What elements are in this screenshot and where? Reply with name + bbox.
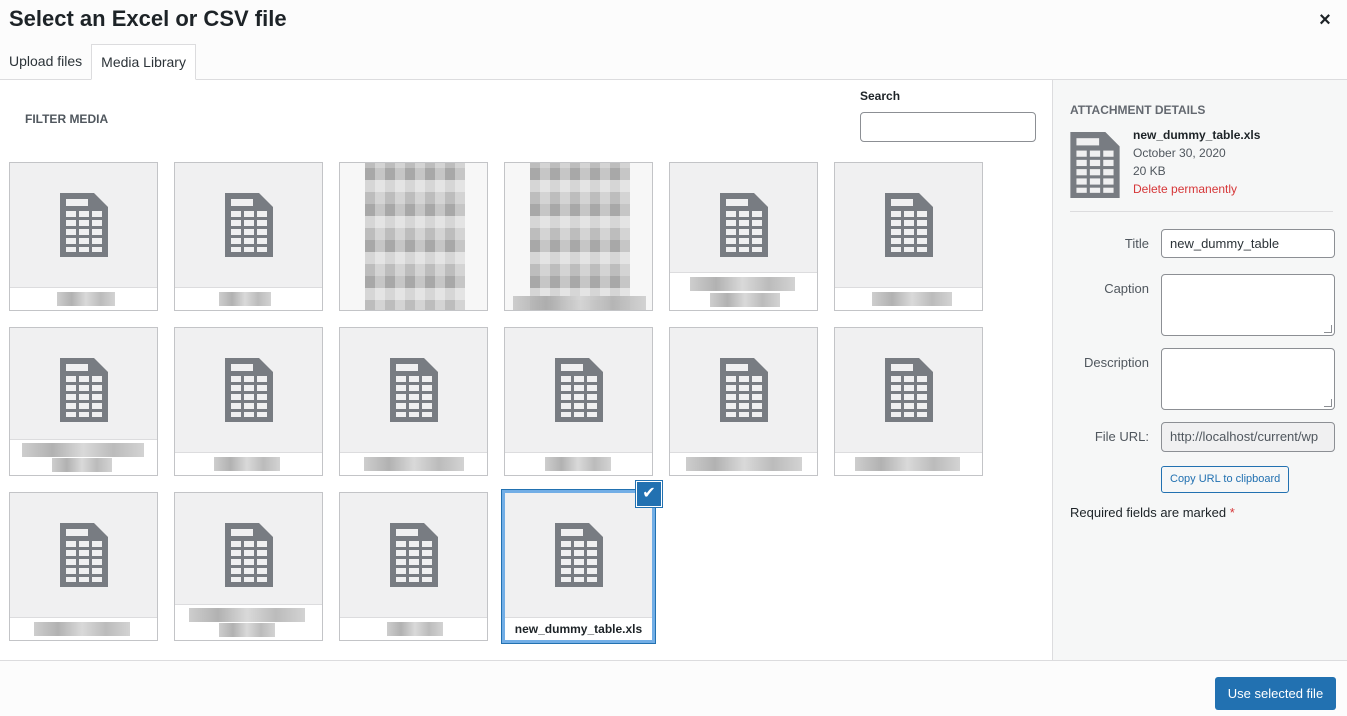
attachment-tile[interactable] [504, 327, 653, 476]
attachment-tile[interactable] [339, 162, 488, 311]
spreadsheet-document-icon [60, 523, 108, 587]
attachment-tile[interactable] [669, 162, 818, 311]
attachment-filename [10, 287, 157, 310]
attachment-filename [340, 617, 487, 640]
use-selected-file-button[interactable]: Use selected file [1215, 677, 1336, 710]
search-input[interactable] [860, 112, 1036, 142]
attachment-tile[interactable] [9, 492, 158, 641]
attachment-filename [175, 452, 322, 475]
spreadsheet-document-icon [390, 523, 438, 587]
attachment-details-sidebar: ATTACHMENT DETAILS new_dummy_table.xls O… [1052, 80, 1347, 660]
tab-upload-files[interactable]: Upload files [0, 44, 91, 80]
attachment-thumbnail [530, 163, 630, 310]
attachment-filename [835, 452, 982, 475]
tab-media-library[interactable]: Media Library [91, 44, 196, 80]
attachment-filename [835, 287, 982, 310]
attachment-filename [670, 452, 817, 475]
spreadsheet-document-icon [885, 358, 933, 422]
file-url-field[interactable]: http://localhost/current/wp [1161, 422, 1335, 452]
spreadsheet-document-icon [555, 358, 603, 422]
attachment-tile[interactable] [339, 327, 488, 476]
attachment-tile[interactable] [504, 162, 653, 311]
attachment-tile[interactable] [9, 327, 158, 476]
spreadsheet-document-icon [555, 523, 603, 587]
copy-url-button[interactable]: Copy URL to clipboard [1161, 466, 1290, 493]
media-browser: FILTER MEDIA Search new_dummy_table.xls … [0, 80, 1052, 660]
spreadsheet-document-icon [225, 193, 273, 257]
resize-handle[interactable] [1324, 399, 1332, 407]
caption-label: Caption [1104, 281, 1149, 296]
attachment-size: 20 KB [1133, 164, 1166, 178]
attachment-tile[interactable] [669, 327, 818, 476]
attachment-filename [670, 272, 817, 310]
attachment-filename [175, 287, 322, 310]
spreadsheet-document-icon [720, 358, 768, 422]
attachment-tile[interactable] [9, 162, 158, 311]
title-field[interactable] [1161, 229, 1335, 258]
divider [1070, 211, 1333, 212]
spreadsheet-document-icon [60, 358, 108, 422]
resize-handle[interactable] [1324, 325, 1332, 333]
attachment-tile[interactable] [174, 492, 323, 641]
spreadsheet-document-icon [225, 523, 273, 587]
attachment-date: October 30, 2020 [1133, 146, 1226, 160]
required-star: * [1229, 505, 1235, 520]
attachment-info: new_dummy_table.xls October 30, 2020 20 … [1133, 126, 1260, 198]
attachment-filename [10, 617, 157, 640]
description-label: Description [1083, 355, 1149, 370]
search-label: Search [860, 89, 901, 103]
attachment-filename: new_dummy_table.xls [1133, 128, 1261, 142]
modal-header: Select an Excel or CSV file × Upload fil… [0, 0, 1347, 80]
close-icon[interactable]: × [1315, 10, 1335, 30]
tab-bar: Upload files Media Library [0, 44, 196, 80]
spreadsheet-document-icon [225, 358, 273, 422]
required-fields-note: Required fields are marked * [1070, 505, 1235, 520]
attachment-filename [340, 452, 487, 475]
spreadsheet-document-icon [885, 193, 933, 257]
description-field[interactable] [1161, 348, 1335, 410]
attachment-filename: new_dummy_table.xls [505, 617, 652, 640]
file-url-label: File URL: [1094, 429, 1149, 444]
attachment-tile[interactable] [834, 162, 983, 311]
filter-media-label: FILTER MEDIA [25, 112, 109, 126]
attachment-tile[interactable] [834, 327, 983, 476]
attachment-tile-selected[interactable]: new_dummy_table.xls [502, 490, 655, 643]
attachment-thumbnail [365, 163, 465, 310]
spreadsheet-document-icon [1070, 132, 1120, 198]
attachment-filename [505, 296, 652, 310]
attachment-filename [10, 439, 157, 475]
attachment-tile[interactable] [174, 162, 323, 311]
spreadsheet-document-icon [720, 193, 768, 257]
attachment-filename [505, 452, 652, 475]
delete-permanently-link[interactable]: Delete permanently [1133, 180, 1260, 198]
modal-footer: Use selected file [0, 660, 1347, 716]
attachment-filename [175, 604, 322, 640]
required-fields-text: Required fields are marked [1070, 505, 1227, 520]
attachment-details-heading: ATTACHMENT DETAILS [1070, 103, 1206, 117]
title-label: Title [1124, 236, 1149, 251]
checkmark-icon[interactable]: ✔ [636, 481, 662, 507]
spreadsheet-document-icon [60, 193, 108, 257]
modal-title: Select an Excel or CSV file [9, 6, 287, 31]
attachment-tile[interactable] [339, 492, 488, 641]
spreadsheet-document-icon [390, 358, 438, 422]
caption-field[interactable] [1161, 274, 1335, 336]
attachment-tile[interactable] [174, 327, 323, 476]
